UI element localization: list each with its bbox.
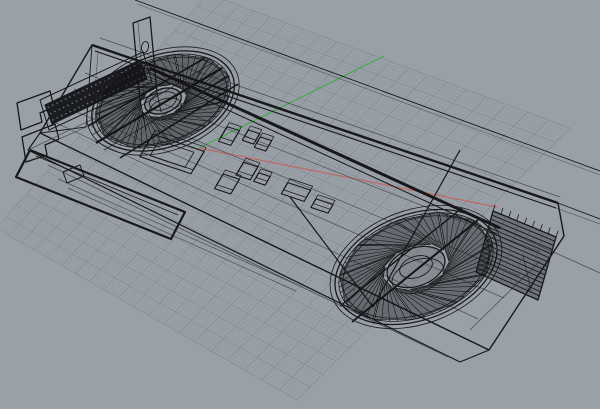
- wireframe-canvas[interactable]: [0, 0, 600, 409]
- cad-viewport[interactable]: [0, 0, 600, 409]
